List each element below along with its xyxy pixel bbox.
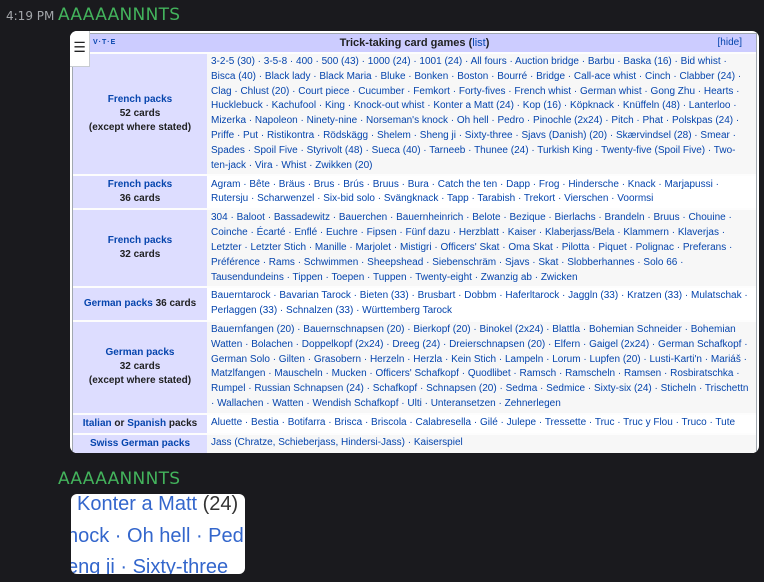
navbox-row: French packs 52 cards (except where stated… — [73, 54, 756, 175]
username[interactable]: AAAAANNNTS — [58, 5, 180, 25]
group-list[interactable]: Aluette · Bestia · Botifarra · Brisca · … — [207, 414, 756, 433]
group-header-count: 32 cards — [119, 361, 161, 373]
group-list[interactable]: Bauernfangen (20) · Bauernschnapsen (20)… — [207, 321, 756, 413]
group-header-count: 36 cards — [155, 298, 197, 310]
list-link[interactable]: list — [472, 37, 485, 49]
group-header: French packs 36 cards — [73, 176, 207, 209]
group-header: French packs 52 cards (except where stated… — [73, 54, 207, 175]
username[interactable]: AAAAANNNTS — [58, 469, 180, 489]
zoom-text: nock · Oh hell · Ped — [71, 525, 244, 547]
navbox-title: Trick-taking card games — [339, 37, 466, 49]
navbox-row: German packs 32 cards (except where stated… — [73, 321, 756, 413]
group-header-text: or — [111, 417, 128, 429]
group-header-link[interactable]: German packs — [84, 298, 153, 309]
navbox-title-bar: V·T·E Trick-taking card games (list) [hi… — [73, 34, 756, 52]
group-header-link[interactable]: French packs — [77, 93, 203, 107]
zoom-line: Konter a Matt (24) — [77, 494, 238, 516]
group-header: German packs 32 cards (except where stated… — [73, 321, 207, 413]
group-header-note: (except where stated) — [88, 375, 192, 387]
group-header-text: packs — [166, 417, 198, 429]
group-header-count: 36 cards — [119, 193, 161, 205]
group-header-link[interactable]: Italian — [83, 418, 112, 429]
group-header: French packs 32 cards — [73, 210, 207, 287]
zoom-text: eng ji · Sixty-three — [71, 556, 229, 574]
group-header-link[interactable]: Swiss German packs — [90, 438, 190, 449]
menu-icon[interactable]: ☰ — [70, 31, 90, 67]
embedded-image[interactable]: V·T·E Trick-taking card games (list) [hi… — [70, 31, 759, 453]
navbox-row: French packs 36 cards Agram · Bête · Bräus… — [73, 176, 756, 209]
zoom-text: (24) — [197, 494, 239, 515]
zoom-text: Konter a Matt — [77, 494, 198, 515]
group-header: Italian or Spanish packs — [73, 414, 207, 433]
zoom-line: eng ji · Sixty-three — [71, 556, 228, 574]
navbox-row: German packs 36 cards Bauerntarock · Bava… — [73, 288, 756, 320]
zoomed-image[interactable]: Konter a Matt (24) nock · Oh hell · Ped … — [71, 494, 245, 574]
group-header-link[interactable]: German packs — [77, 346, 203, 360]
group-list[interactable]: Agram · Bête · Bräus · Brus · Brús · Bru… — [207, 176, 756, 209]
group-header: German packs 36 cards — [73, 288, 207, 320]
group-header: Swiss German packs — [73, 434, 207, 453]
group-list[interactable]: 304 · Baloot · Bassadewitz · Bauerchen ·… — [207, 210, 756, 287]
vte-links[interactable]: V·T·E — [93, 34, 116, 52]
group-list[interactable]: Jass (Chratze, Schieberjass, Hindersi-Ja… — [207, 434, 756, 453]
navbox-row: Italian or Spanish packs Aluette · Bestia… — [73, 414, 756, 433]
navbox-row: Swiss German packs Jass (Chratze, Schieb… — [73, 434, 756, 453]
navbox-row: French packs 32 cards 304 · Baloot · Bassa… — [73, 210, 756, 287]
group-list[interactable]: Bauerntarock · Bavarian Tarock · Bieten … — [207, 288, 756, 320]
group-header-link[interactable]: French packs — [77, 178, 203, 192]
navbox-table: French packs 52 cards (except where stated… — [73, 52, 756, 453]
group-header-note: (except where stated) — [88, 122, 192, 134]
message-timestamp: 4:19 PM — [6, 9, 55, 23]
group-header-count: 52 cards — [119, 108, 161, 120]
group-list[interactable]: 3-2-5 (30) · 3-5-8 · 400 · 500 (43) · 10… — [207, 54, 756, 175]
group-header-link[interactable]: French packs — [77, 234, 203, 248]
group-header-count: 32 cards — [119, 249, 161, 261]
group-header-link[interactable]: Spanish — [127, 418, 166, 429]
navbox: V·T·E Trick-taking card games (list) [hi… — [72, 33, 757, 453]
zoom-line: nock · Oh hell · Ped — [71, 525, 244, 548]
hide-link[interactable]: [hide] — [718, 34, 742, 52]
